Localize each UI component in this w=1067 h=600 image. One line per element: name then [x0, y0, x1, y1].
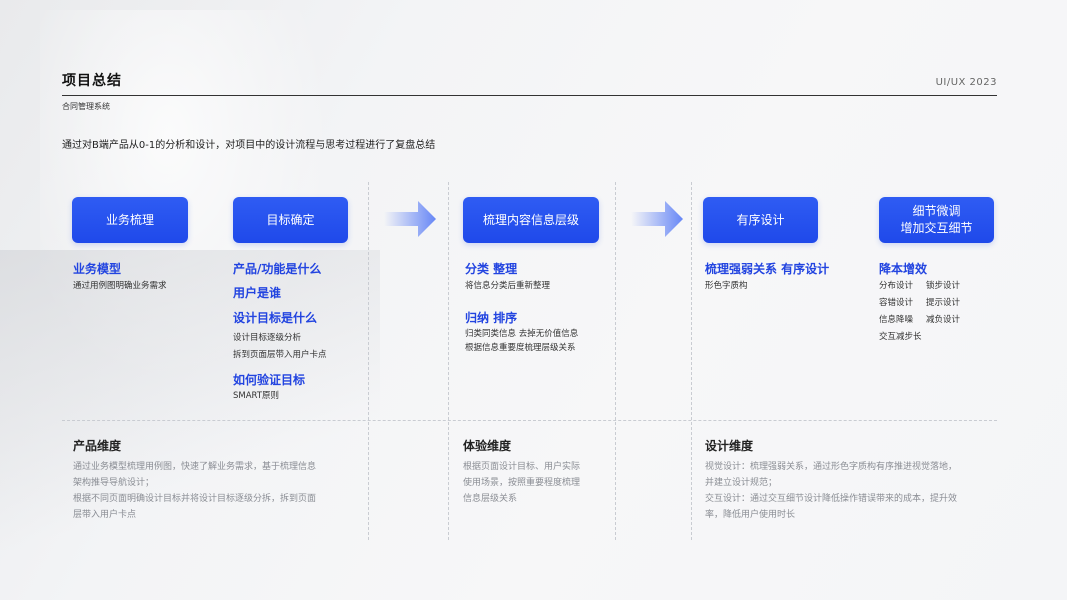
- verify-goal-desc: SMART原则: [233, 391, 280, 401]
- detail-item: 提示设计: [926, 298, 961, 308]
- product-dimension-line: 架构推导导航设计；: [73, 478, 155, 488]
- arrow-right-icon: [384, 201, 436, 237]
- row-divider: [62, 420, 997, 421]
- step-business-label: 业务梳理: [105, 212, 154, 227]
- design-dimension-line: 视觉设计：梳理强弱关系，通过形色字质构有序推进视觉落地，: [705, 462, 958, 472]
- column-divider: [368, 182, 369, 540]
- column-divider: [615, 182, 616, 540]
- detail-item: 容错设计: [879, 298, 914, 308]
- step-detail-label-line1: 细节微调: [912, 204, 961, 218]
- column-divider: [448, 182, 449, 540]
- design-dimension-line: 率，降低用户使用时长: [705, 510, 796, 520]
- relation-design-heading: 梳理强弱关系 有序设计: [705, 262, 830, 276]
- intro-text: 通过对B端产品从0-1的分析和设计，对项目中的设计流程与思考过程进行了复盘总结: [62, 140, 436, 151]
- detail-item: 信息降噪: [879, 315, 914, 325]
- experience-dimension-line: 使用场景，按照重要程度梳理: [463, 478, 581, 488]
- experience-dimension-line: 信息层级关系: [463, 494, 518, 504]
- step-detail: 细节微调 增加交互细节: [879, 197, 994, 243]
- induce-sort-desc-2: 根据信息重要度梳理层级关系: [465, 343, 576, 353]
- step-business: 业务梳理: [72, 197, 188, 243]
- product-dimension-line: 根据不同页面明确设计目标并将设计目标逐级分拆，拆到页面: [73, 494, 317, 504]
- design-dimension-text: 视觉设计：梳理强弱关系，通过形色字质构有序推进视觉落地， 并建立设计规范； 交互…: [705, 459, 957, 523]
- step-detail-label-line2: 增加交互细节: [900, 221, 973, 235]
- experience-dimension-line: 根据页面设计目标、用户实际: [463, 462, 581, 472]
- product-dimension-line: 通过业务模型梳理用例图，快速了解业务需求，基于梳理信息: [73, 462, 317, 472]
- detail-item: 交互减步长: [879, 332, 922, 342]
- product-dimension-text: 通过业务模型梳理用例图，快速了解业务需求，基于梳理信息 架构推导导航设计； 根据…: [73, 459, 316, 523]
- header-divider: [62, 95, 997, 96]
- product-dimension-line: 层带入用户卡点: [73, 510, 137, 520]
- induce-sort-desc-1: 归类同类信息 去掉无价值信息: [465, 329, 579, 339]
- design-dimension-line: 交互设计：通过交互细节设计降低操作错误带来的成本，提升效: [705, 494, 958, 504]
- step-goal-label: 目标确定: [266, 212, 315, 227]
- product-what-heading: 产品/功能是什么: [233, 262, 322, 276]
- business-model-heading: 业务模型: [73, 262, 122, 276]
- step-hierarchy-label: 梳理内容信息层级: [482, 212, 579, 227]
- induce-sort-heading: 归纳 排序: [465, 311, 518, 325]
- column-divider: [691, 182, 692, 540]
- business-model-desc: 通过用例图明确业务需求: [73, 281, 167, 291]
- page-subtitle: 合同管理系统: [62, 102, 110, 111]
- step-ordered-design: 有序设计: [703, 197, 818, 243]
- step-goal: 目标确定: [233, 197, 348, 243]
- verify-goal-heading: 如何验证目标: [233, 373, 306, 387]
- step-ordered-design-label: 有序设计: [736, 212, 785, 227]
- experience-dimension-text: 根据页面设计目标、用户实际 使用场景，按照重要程度梳理 信息层级关系: [463, 459, 580, 507]
- design-goal-heading: 设计目标是什么: [233, 311, 318, 325]
- step-hierarchy: 梳理内容信息层级: [463, 197, 599, 243]
- product-dimension-title: 产品维度: [73, 439, 122, 453]
- arrow-right-icon: [631, 201, 683, 237]
- detail-item: 减负设计: [926, 315, 961, 325]
- classify-desc: 将信息分类后重新整理: [465, 281, 551, 291]
- design-dimension-title: 设计维度: [705, 439, 754, 453]
- cost-efficiency-heading: 降本增效: [879, 262, 928, 276]
- relation-design-desc: 形色字质构: [705, 281, 748, 291]
- design-goal-desc-2: 拆到页面层带入用户卡点: [233, 350, 327, 360]
- classify-heading: 分类 整理: [465, 262, 518, 276]
- detail-item: 分布设计: [879, 281, 914, 291]
- user-who-heading: 用户是谁: [233, 286, 282, 300]
- page-title: 项目总结: [62, 73, 122, 89]
- design-goal-desc-1: 设计目标逐级分析: [233, 333, 302, 343]
- detail-item: 锁步设计: [926, 281, 961, 291]
- year-tag: UI/UX 2023: [935, 77, 997, 88]
- design-dimension-line: 并建立设计规范；: [705, 478, 778, 488]
- experience-dimension-title: 体验维度: [463, 439, 512, 453]
